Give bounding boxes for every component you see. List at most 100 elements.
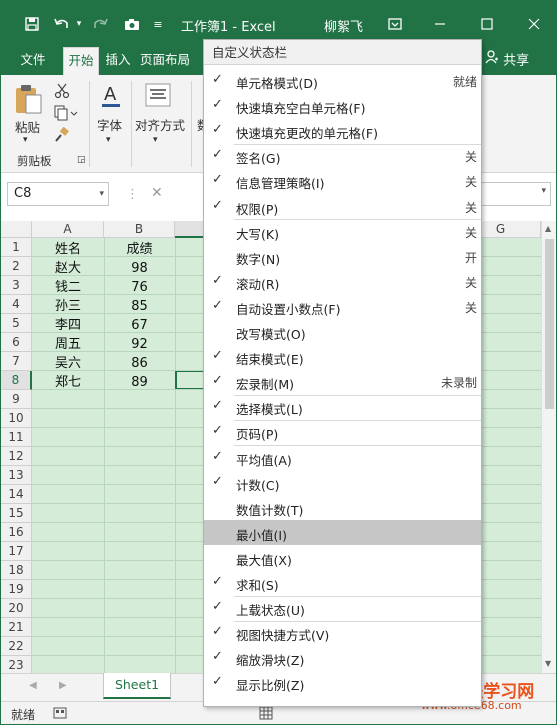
row-header-2[interactable]: 2 (1, 257, 32, 276)
paste-label: 粘贴 (15, 120, 41, 135)
tab-file[interactable]: 文件 (13, 47, 53, 75)
name-box[interactable]: C8 ▾ (7, 182, 109, 206)
save-icon[interactable] (21, 13, 43, 35)
row-header-4[interactable]: 4 (1, 295, 32, 314)
camera-icon[interactable] (121, 13, 143, 35)
row-header-6[interactable]: 6 (1, 333, 32, 352)
menu-item-3[interactable]: ✓ 快速填充更改的单元格(F) (204, 118, 481, 143)
tab-home[interactable]: 开始 (63, 47, 99, 75)
customize-qat-icon[interactable]: ≡ (151, 13, 165, 35)
scroll-thumb[interactable] (545, 239, 554, 409)
checkmark-icon: ✓ (212, 297, 223, 313)
active-cell-c8[interactable] (175, 370, 206, 390)
menu-item-label: 最小值(I) (236, 527, 287, 543)
align-dropdown-icon[interactable]: ▾ (153, 135, 158, 145)
menu-item-10[interactable]: ✓ 自动设置小数点(F) 关 (204, 294, 481, 319)
row-header-19[interactable]: 19 (1, 580, 32, 599)
cancel-entry-icon[interactable]: ✕ (151, 185, 163, 201)
close-icon[interactable] (523, 13, 545, 35)
menu-item-label: 选择模式(L) (236, 402, 303, 418)
row-header-20[interactable]: 20 (1, 599, 32, 618)
row-header-23[interactable]: 23 (1, 656, 32, 673)
menu-item-18[interactable]: 数值计数(T) (204, 495, 481, 520)
row-header-18[interactable]: 18 (1, 561, 32, 580)
scroll-up-icon[interactable]: ▲ (545, 224, 551, 233)
row-header-10[interactable]: 10 (1, 409, 32, 428)
align-button[interactable] (143, 83, 173, 111)
undo-icon[interactable] (51, 13, 73, 35)
menu-item-24[interactable]: ✓ 缩放滑块(Z) (204, 645, 481, 670)
column-header-b[interactable]: B (104, 221, 175, 238)
row-header-5[interactable]: 5 (1, 314, 32, 333)
menu-item-14[interactable]: ✓ 选择模式(L) (204, 394, 481, 419)
menu-item-1[interactable]: ✓ 单元格模式(D) 就绪 (204, 68, 481, 93)
menu-item-6[interactable]: ✓ 权限(P) 关 (204, 194, 481, 219)
redo-icon[interactable] (89, 13, 111, 35)
format-painter-icon[interactable] (53, 126, 71, 145)
row-header-22[interactable]: 22 (1, 637, 32, 656)
menu-item-7[interactable]: 大写(K) 关 (204, 219, 481, 244)
row-header-3[interactable]: 3 (1, 276, 32, 295)
maximize-icon[interactable] (476, 13, 498, 35)
user-name[interactable]: 柳絮飞 (324, 16, 363, 35)
font-dropdown-icon[interactable]: ▾ (106, 135, 111, 145)
column-header-a[interactable]: A (32, 221, 104, 238)
row-header-11[interactable]: 11 (1, 428, 32, 447)
menu-item-19[interactable]: 最小值(I) (204, 519, 481, 545)
menu-item-label: 宏录制(M) (236, 377, 295, 393)
menu-item-20[interactable]: 最大值(X) (204, 545, 481, 570)
menu-item-9[interactable]: ✓ 滚动(R) 关 (204, 269, 481, 294)
checkmark-icon: ✓ (212, 624, 223, 640)
checkmark-icon: ✓ (212, 674, 223, 690)
prev-sheet-icon[interactable]: ◀ (29, 680, 37, 691)
vertical-scrollbar[interactable]: ▲ ▼ (541, 221, 556, 673)
row-header-8[interactable]: 8 (1, 371, 32, 390)
menu-item-21[interactable]: ✓ 求和(S) (204, 570, 481, 595)
row-header-21[interactable]: 21 (1, 618, 32, 637)
formula-input[interactable]: ▾ (481, 182, 551, 206)
scroll-down-icon[interactable]: ▼ (545, 659, 551, 668)
row-header-9[interactable]: 9 (1, 390, 32, 409)
row-header-7[interactable]: 7 (1, 352, 32, 371)
minimize-icon[interactable] (429, 13, 451, 35)
row-header-1[interactable]: 1 (1, 238, 32, 257)
menu-item-8[interactable]: 数字(N) 开 (204, 244, 481, 269)
menu-item-5[interactable]: ✓ 信息管理策略(I) 关 (204, 168, 481, 193)
menu-item-13[interactable]: ✓ 宏录制(M) 未录制 (204, 369, 481, 394)
chevron-down-icon[interactable]: ▾ (541, 186, 546, 196)
share-button[interactable]: 共享 (485, 50, 529, 72)
menu-item-23[interactable]: ✓ 视图快捷方式(V) (204, 620, 481, 645)
row-header-16[interactable]: 16 (1, 523, 32, 542)
macro-record-icon[interactable] (53, 706, 67, 723)
menu-item-22[interactable]: ✓ 上载状态(U) (204, 595, 481, 620)
menu-item-11[interactable]: 改写模式(O) (204, 319, 481, 344)
row-header-12[interactable]: 12 (1, 447, 32, 466)
normal-view-icon[interactable] (259, 706, 273, 723)
ribbon-display-icon[interactable] (384, 13, 406, 35)
chevron-down-icon[interactable]: ▾ (99, 183, 104, 205)
ribbon-separator (131, 81, 132, 167)
row-header-14[interactable]: 14 (1, 485, 32, 504)
row-header-17[interactable]: 17 (1, 542, 32, 561)
menu-item-12[interactable]: ✓ 结束模式(E) (204, 344, 481, 369)
paste-dropdown-icon[interactable]: ▾ (23, 135, 28, 145)
menu-item-15[interactable]: ✓ 页码(P) (204, 419, 481, 444)
menu-item-25[interactable]: ✓ 显示比例(Z) (204, 670, 481, 695)
row-header-13[interactable]: 13 (1, 466, 32, 485)
menu-item-17[interactable]: ✓ 计数(C) (204, 470, 481, 495)
copy-icon[interactable] (53, 105, 79, 123)
cut-icon[interactable] (53, 83, 71, 101)
tab-page-layout[interactable]: 页面布局 (137, 47, 193, 75)
undo-dropdown-icon[interactable]: ▾ (74, 13, 84, 35)
menu-item-value: 关 (464, 200, 477, 215)
menu-item-4[interactable]: ✓ 签名(G) 关 (204, 143, 481, 168)
clipboard-launcher-icon[interactable]: ◲ (77, 155, 86, 165)
sheet-tab-sheet1[interactable]: Sheet1 (103, 673, 171, 699)
tab-insert[interactable]: 插入 (101, 47, 135, 75)
row-header-15[interactable]: 15 (1, 504, 32, 523)
menu-item-16[interactable]: ✓ 平均值(A) (204, 445, 481, 470)
select-all-corner[interactable] (1, 221, 32, 238)
font-button[interactable]: A (97, 83, 125, 111)
menu-item-2[interactable]: ✓ 快速填充空白单元格(F) (204, 93, 481, 118)
next-sheet-icon[interactable]: ▶ (59, 680, 67, 691)
